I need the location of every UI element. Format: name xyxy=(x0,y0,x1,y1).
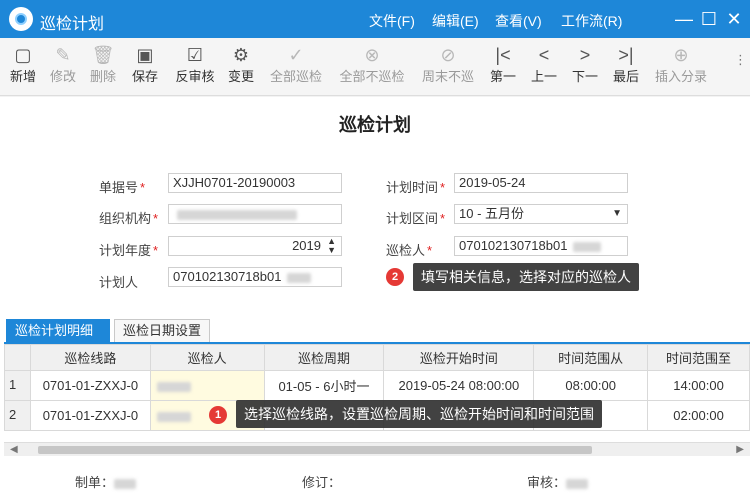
stepper-arrows-icon[interactable]: ▲ ▼ xyxy=(327,237,336,255)
range-from-cell[interactable]: 08:00:00 xyxy=(533,370,649,401)
scroll-right-icon[interactable]: ▶ xyxy=(736,444,744,455)
no-weekend-button[interactable]: ⊘ 周末不巡 xyxy=(420,44,476,92)
callout-2-badge: 2 xyxy=(386,268,404,286)
unaudit-icon: ☑ xyxy=(186,45,204,65)
doc-no-label: 单据号 * xyxy=(99,180,146,195)
year-label: 计划年度 * xyxy=(99,243,159,258)
audit-label: 审核： xyxy=(527,472,589,491)
minimize-icon[interactable]: — xyxy=(673,8,695,30)
title-bar: 巡检计划 文件(F) 编辑(E) 查看(V) 工作流(R) — ☐ ✕ xyxy=(0,0,750,38)
check-all-button[interactable]: ✓ 全部巡检 xyxy=(268,44,324,92)
page-title: 巡检计划 xyxy=(339,115,411,135)
row-number: 1 xyxy=(4,370,31,401)
horizontal-scrollbar[interactable]: ◀ ▶ xyxy=(4,442,750,456)
prev-icon: < xyxy=(538,45,550,65)
insert-row-button[interactable]: ⊕ 插入分录 xyxy=(652,44,710,92)
blurred-text xyxy=(566,478,589,489)
check-all-icon: ✓ xyxy=(288,45,304,65)
row-number: 2 xyxy=(4,400,31,431)
menu-file[interactable]: 文件(F) xyxy=(369,11,415,31)
row-number-header xyxy=(4,344,31,371)
insert-row-icon: ⊕ xyxy=(673,45,689,65)
next-button[interactable]: > 下一 xyxy=(570,44,600,92)
route-cell[interactable]: 0701-01-ZXXJ-0 xyxy=(29,370,151,401)
tab-plan-detail[interactable]: 巡检计划明细 xyxy=(6,319,110,343)
year-stepper[interactable]: 2019 ▲ ▼ xyxy=(168,236,342,256)
toolbar-more-icon[interactable]: ⋮ xyxy=(734,52,747,100)
edit-icon: ✎ xyxy=(55,45,71,65)
column-header[interactable]: 时间范围至 xyxy=(647,344,750,371)
change-button[interactable]: ⚙ 变更 xyxy=(226,44,256,92)
interval-label: 计划区间 * xyxy=(386,211,446,226)
trash-icon: 🗑 xyxy=(91,45,115,65)
org-field[interactable] xyxy=(168,204,342,224)
app-logo-icon xyxy=(9,7,33,31)
footer: 制单： 修订： 审核： xyxy=(0,467,750,494)
blurred-text xyxy=(177,209,297,220)
maximize-icon[interactable]: ☐ xyxy=(698,8,720,30)
close-icon[interactable]: ✕ xyxy=(723,8,745,30)
blurred-text xyxy=(573,241,602,252)
org-label: 组织机构 * xyxy=(99,211,159,226)
callout-1-tooltip: 选择巡检线路，设置巡检周期、巡检开始时间和时间范围 xyxy=(236,400,602,428)
first-button[interactable]: |< 第一 xyxy=(488,44,518,92)
column-header[interactable]: 巡检开始时间 xyxy=(383,344,535,371)
column-header[interactable]: 巡检线路 xyxy=(29,344,151,371)
inspector-cell[interactable] xyxy=(149,370,265,401)
prev-button[interactable]: < 上一 xyxy=(529,44,559,92)
planner-label: 计划人 xyxy=(99,275,139,290)
form-content: 巡检计划 单据号 * XJJH0701-20190003 计划时间 * 2019-0… xyxy=(0,97,750,494)
delete-button[interactable]: 🗑 删除 xyxy=(88,44,118,92)
dropdown-arrow-icon: ▼ xyxy=(612,208,622,219)
callout-2-tooltip: 填写相关信息，选择对应的巡检人 xyxy=(413,263,639,291)
last-button[interactable]: >| 最后 xyxy=(611,44,641,92)
plan-time-label: 计划时间 * xyxy=(386,180,446,195)
add-button[interactable]: ▢ 新增 xyxy=(8,44,38,92)
scroll-left-icon[interactable]: ◀ xyxy=(10,444,18,455)
inspector-label: 巡检人 * xyxy=(386,243,433,258)
table-header-row: 巡检线路 巡检人 巡检周期 巡检开始时间 时间范围从 时间范围至 xyxy=(4,344,750,371)
next-icon: > xyxy=(579,45,591,65)
last-icon: >| xyxy=(618,45,634,65)
callout-1-badge: 1 xyxy=(209,406,227,424)
column-header[interactable]: 时间范围从 xyxy=(533,344,649,371)
range-to-cell[interactable]: 02:00:00 xyxy=(647,400,750,431)
interval-select[interactable]: 10 - 五月份 ▼ xyxy=(454,204,628,224)
scrollbar-thumb[interactable] xyxy=(38,446,592,454)
uncheck-all-button[interactable]: ⊗ 全部不巡检 xyxy=(338,44,406,92)
edit-button[interactable]: ✎ 修改 xyxy=(48,44,78,92)
save-icon: ▣ xyxy=(136,45,154,65)
toolbar: ▢ 新增 ✎ 修改 🗑 删除 ▣ 保存 ☑ 反审核 ⚙ 变更 ✓ 全部巡检 ⊗ 全部不巡检 ⊘ 周… xyxy=(0,38,750,96)
change-icon: ⚙ xyxy=(232,45,250,65)
planner-field[interactable]: 070102130718b01 xyxy=(168,267,342,287)
inspector-field[interactable]: 070102130718b01 xyxy=(454,236,628,256)
blurred-text xyxy=(114,478,137,489)
column-header[interactable]: 巡检周期 xyxy=(263,344,385,371)
menu-workflow[interactable]: 工作流(R) xyxy=(561,11,622,31)
route-cell[interactable]: 0701-01-ZXXJ-0 xyxy=(29,400,151,431)
blurred-text xyxy=(287,272,312,283)
no-weekend-icon: ⊘ xyxy=(440,45,456,65)
menu-view[interactable]: 查看(V) xyxy=(495,11,542,31)
save-button[interactable]: ▣ 保存 xyxy=(130,44,160,92)
blurred-text xyxy=(156,411,191,422)
unaudit-button[interactable]: ☑ 反审核 xyxy=(173,44,217,92)
window-title: 巡检计划 xyxy=(40,16,105,33)
add-icon: ▢ xyxy=(14,45,32,65)
maker-label: 制单： xyxy=(75,472,137,491)
first-icon: |< xyxy=(495,45,511,65)
uncheck-all-icon: ⊗ xyxy=(364,45,380,65)
revise-label: 修订： xyxy=(302,475,342,490)
plan-time-field[interactable]: 2019-05-24 xyxy=(454,173,628,193)
column-header[interactable]: 巡检人 xyxy=(149,344,265,371)
doc-no-field[interactable]: XJJH0701-20190003 xyxy=(168,173,342,193)
tab-date-setting[interactable]: 巡检日期设置 xyxy=(114,319,210,343)
range-to-cell[interactable]: 14:00:00 xyxy=(647,370,750,401)
blurred-text xyxy=(156,381,191,392)
menu-edit[interactable]: 编辑(E) xyxy=(432,11,479,31)
start-time-cell[interactable]: 2019-05-24 08:00:00 xyxy=(383,370,535,401)
period-cell[interactable]: 01-05 - 6小时一 xyxy=(263,370,385,401)
table-row[interactable]: 1 0701-01-ZXXJ-0 01-05 - 6小时一 2019-05-24… xyxy=(4,370,750,401)
